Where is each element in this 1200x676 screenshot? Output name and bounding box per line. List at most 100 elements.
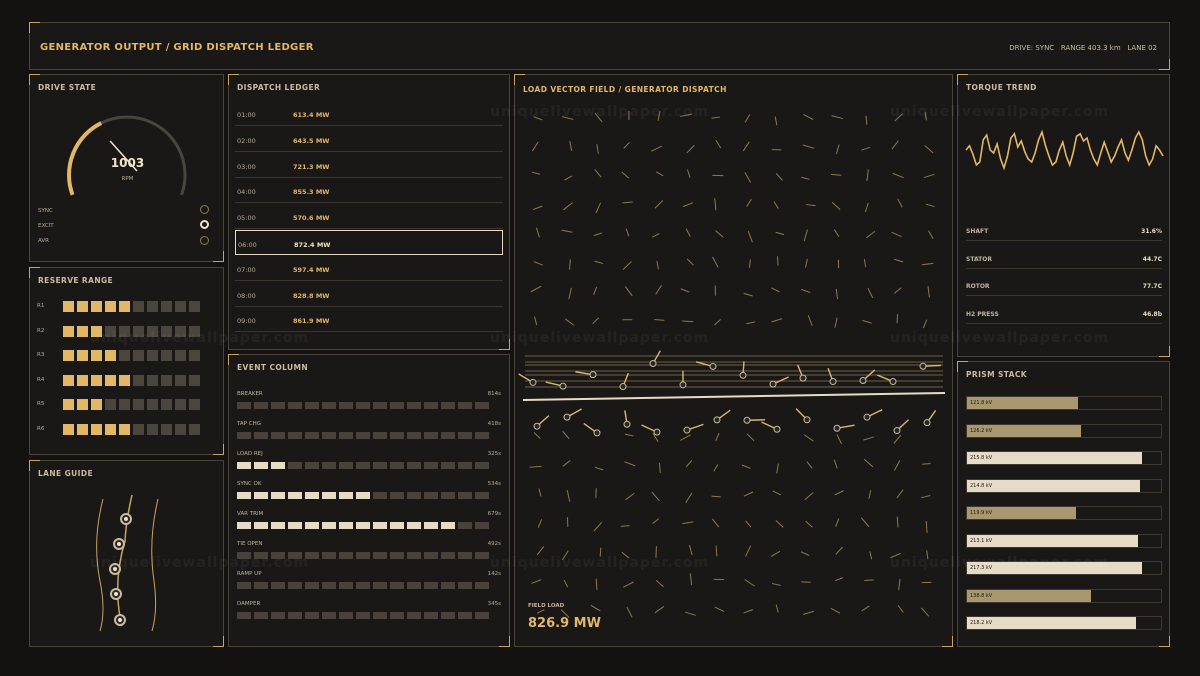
event-cell	[373, 522, 387, 529]
event-cell	[458, 492, 472, 499]
field-vector	[863, 258, 867, 267]
reserve-cell	[105, 399, 116, 410]
dispatch-ledger-panel: DISPATCH LEDGER 01:00 613.4 MW 02:00 643.5 …	[228, 74, 510, 350]
field-vector	[775, 604, 779, 613]
event-cell	[237, 612, 251, 619]
field-vector	[569, 259, 571, 270]
dispatch-node	[773, 425, 781, 433]
prism-row: 217.3 kV	[966, 561, 1162, 575]
dispatch-main-track	[522, 392, 946, 401]
event-cell	[305, 492, 319, 499]
field-vector	[715, 230, 724, 238]
event-cell	[458, 462, 472, 469]
ledger-time: 09:00	[237, 317, 256, 326]
event-cell	[407, 522, 421, 529]
field-vector	[747, 231, 753, 243]
prism-row: 215.8 kV	[966, 451, 1162, 465]
field-vector	[775, 172, 783, 181]
reserve-cell	[91, 374, 102, 386]
ledger-row[interactable]: 01:00 613.4 MW	[235, 101, 503, 126]
field-vector	[890, 552, 902, 559]
field-vector	[531, 171, 541, 175]
dispatch-node	[533, 422, 541, 430]
event-row: BREAKER 814s	[237, 391, 501, 421]
event-cell	[441, 402, 455, 409]
ledger-row[interactable]: 04:00 855.3 MW	[235, 178, 503, 204]
event-cell	[339, 432, 353, 439]
field-vector	[682, 320, 694, 323]
prism-label: 119.9 kV	[970, 510, 993, 516]
prism-label: 217.3 kV	[970, 565, 993, 571]
ledger-row[interactable]: 03:00 721.3 MW	[235, 153, 503, 178]
dispatch-node	[653, 428, 661, 436]
ledger-row[interactable]: 08:00 828.8 MW	[235, 282, 503, 307]
event-row: DAMPER 345s	[237, 601, 501, 631]
field-vector	[714, 319, 721, 326]
dispatch-node	[623, 420, 631, 428]
ledger-value: 570.6 MW	[293, 214, 330, 223]
event-cell	[322, 582, 336, 589]
field-vector	[594, 112, 603, 123]
event-cell	[237, 432, 251, 439]
event-label: TAP CHG	[237, 421, 261, 427]
field-vector	[530, 285, 542, 293]
event-duration: 142s	[487, 571, 501, 577]
field-load-value: 826.9 MW	[528, 616, 601, 631]
field-vector	[594, 260, 603, 264]
reserve-cell	[133, 350, 144, 361]
event-cell	[390, 402, 404, 409]
torque-row: H2 PRESS 46.8b	[966, 298, 1162, 324]
event-cell	[288, 462, 302, 469]
ledger-row[interactable]: 02:00 643.5 MW	[235, 127, 503, 152]
field-vector	[835, 288, 838, 299]
event-cell	[458, 522, 472, 529]
event-cell	[424, 582, 438, 589]
field-vector	[775, 231, 785, 236]
field-vector	[807, 315, 813, 326]
ledger-value: 855.3 MW	[293, 188, 330, 197]
indicator-sync-lamp	[200, 205, 209, 214]
field-vector	[865, 231, 876, 239]
field-vector	[744, 114, 751, 123]
ledger-row[interactable]: 09:00 861.9 MW	[235, 307, 503, 333]
field-vector	[833, 229, 840, 238]
event-cell	[424, 552, 438, 559]
reserve-cell	[77, 301, 88, 312]
field-vector	[622, 201, 633, 204]
event-label: TIE OPEN	[237, 541, 263, 547]
dispatch-node	[799, 374, 807, 382]
event-cell	[305, 462, 319, 469]
reserve-cell	[63, 374, 74, 386]
reserve-cell	[161, 350, 172, 361]
reserve-cell	[63, 350, 74, 361]
event-cell	[390, 432, 404, 439]
field-vector	[568, 287, 572, 300]
ledger-row[interactable]: 07:00 597.4 MW	[235, 256, 503, 281]
field-vector	[835, 144, 840, 155]
field-vector	[624, 286, 633, 297]
ledger-row[interactable]: 05:00 570.6 MW	[235, 204, 503, 230]
event-cell	[441, 432, 455, 439]
field-vector	[805, 520, 813, 528]
event-duration: 418s	[487, 421, 501, 427]
field-vector	[925, 520, 928, 533]
reserve-row-label: R3	[37, 352, 45, 358]
event-label: BREAKER	[237, 391, 263, 397]
prism-fill	[967, 479, 1140, 492]
event-cell	[373, 582, 387, 589]
field-vector	[594, 169, 602, 178]
prism-fill	[967, 452, 1142, 464]
reserve-cell	[175, 423, 186, 435]
field-vector	[869, 551, 873, 560]
event-cell	[322, 612, 336, 619]
field-vector	[743, 609, 754, 614]
field-vector	[715, 139, 722, 149]
reserve-cell	[105, 325, 116, 337]
event-cell	[322, 522, 336, 529]
ledger-row[interactable]: 06:00 872.4 MW	[235, 230, 503, 255]
event-cell	[356, 612, 370, 619]
field-vector	[711, 495, 721, 498]
field-vector	[802, 610, 815, 615]
field-vector	[566, 490, 571, 502]
event-row: RAMP UP 142s	[237, 571, 501, 601]
